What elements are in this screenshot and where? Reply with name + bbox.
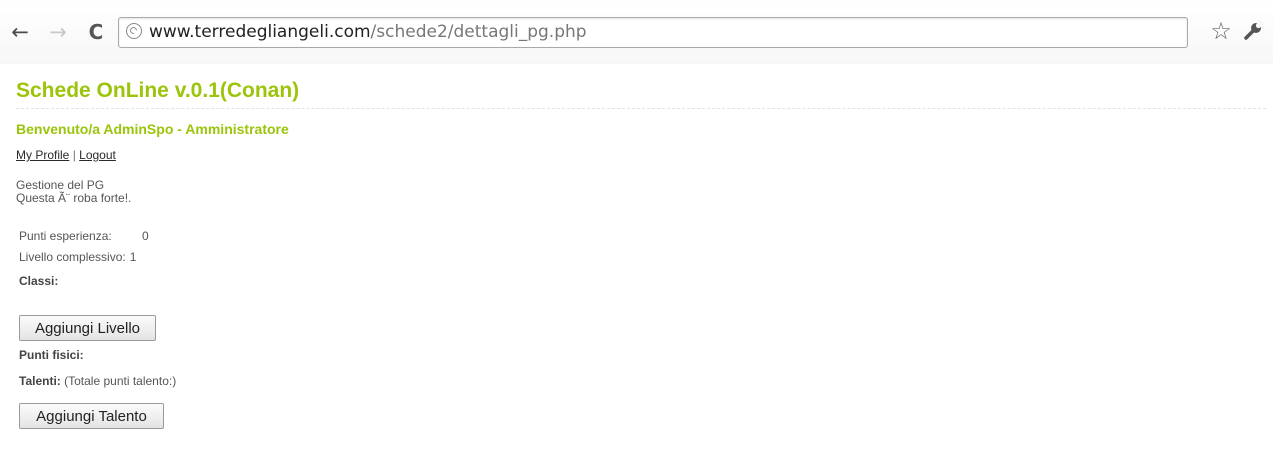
logout-link[interactable]: Logout	[79, 148, 116, 162]
back-icon[interactable]: ←	[6, 18, 34, 46]
url-path: /schede2/dettagli_pg.php	[370, 22, 587, 42]
wrench-icon[interactable]	[1240, 17, 1266, 45]
experience-value: 0	[142, 229, 149, 243]
talents-total-note: (Totale punti talento:)	[64, 374, 177, 388]
reload-icon[interactable]: C	[82, 18, 110, 46]
link-separator: |	[72, 148, 76, 162]
classes-label: Classi:	[19, 274, 59, 288]
page-title: Schede OnLine v.0.1(Conan)	[16, 79, 300, 102]
level-row: Livello complessivo: 1	[19, 250, 136, 264]
user-links: My Profile | Logout	[16, 148, 116, 162]
level-value: 1	[129, 250, 137, 264]
talents-row: Talenti: (Totale punti talento:)	[19, 374, 176, 388]
welcome-message: Benvenuto/a AdminSpo - Amministratore	[16, 121, 289, 137]
add-level-button[interactable]: Aggiungi Livello	[19, 315, 156, 341]
talents-label: Talenti:	[19, 374, 61, 388]
url-host: www.terredegliangeli.com	[149, 22, 371, 42]
site-info-icon[interactable]	[126, 23, 142, 39]
my-profile-link[interactable]: My Profile	[16, 148, 69, 162]
bookmark-star-icon[interactable]: ☆	[1208, 17, 1234, 45]
address-bar[interactable]: www.terredegliangeli.com/schede2/dettagl…	[118, 17, 1188, 48]
experience-row: Punti esperienza: 0	[19, 229, 149, 243]
url-text[interactable]: www.terredegliangeli.com/schede2/dettagl…	[149, 21, 587, 43]
intro-text: Gestione del PG Questa Ã¨ roba forte!.	[16, 179, 131, 205]
intro-line-2: Questa Ã¨ roba forte!.	[16, 191, 132, 205]
physical-points-label: Punti fisici:	[19, 348, 84, 362]
experience-label: Punti esperienza:	[19, 229, 112, 243]
add-talent-button[interactable]: Aggiungi Talento	[19, 403, 164, 429]
forward-icon[interactable]: →	[44, 18, 72, 46]
browser-toolbar: ← → C www.terredegliangeli.com/schede2/d…	[0, 0, 1273, 64]
level-label: Livello complessivo:	[19, 250, 126, 264]
title-divider	[16, 108, 1266, 109]
